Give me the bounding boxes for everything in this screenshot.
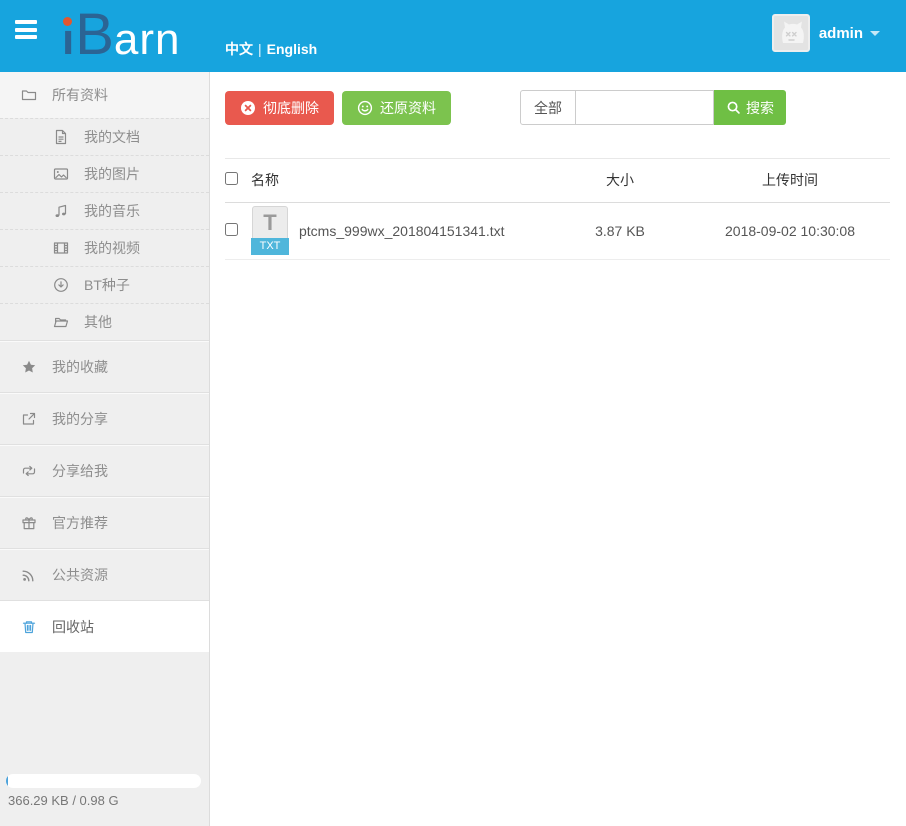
sidebar-item-label: 分享给我 [52,462,108,479]
sidebar-item-bt-seeds[interactable]: BT种子 [0,266,209,303]
txt-file-icon: T TXT [251,206,289,255]
sidebar-item-label: 回收站 [52,618,94,635]
folder-icon [20,87,38,103]
restore-button[interactable]: 还原资料 [342,90,451,125]
main-content: 彻底删除 还原资料 全部 搜索 名称 大小 上传时间 T TXT ptcms_9… [210,72,906,826]
sidebar-item-label: 我的图片 [84,166,140,182]
search-button[interactable]: 搜索 [714,90,786,125]
table-header-row: 名称 大小 上传时间 [225,159,890,202]
sidebar-item-public-resources[interactable]: 公共资源 [0,548,209,600]
download-circle-icon [52,277,70,293]
sidebar-item-label: 其他 [84,314,112,330]
sidebar-item-my-videos[interactable]: 我的视频 [0,229,209,266]
file-size: 3.87 KB [595,222,645,239]
retweet-icon [20,463,38,479]
rss-icon [20,567,38,583]
sidebar-item-recycle-bin[interactable]: 回收站 [0,600,209,652]
sidebar-item-all-files[interactable]: 所有资料 [0,72,209,118]
sidebar-item-label: 我的收藏 [52,358,108,375]
search-input[interactable] [576,90,714,125]
sidebar: 所有资料 我的文档 我的图片 我的音乐 我的视频 BT种子 其他 我的收藏 我的… [0,72,210,826]
app-header: ı Barn 中文 | English admin [0,0,906,72]
smiley-icon [357,100,373,115]
lang-separator: | [258,41,262,57]
sidebar-item-my-docs[interactable]: 我的文档 [0,118,209,155]
storage-usage-label: 366.29 KB / 0.98 G [8,793,119,808]
file-ext-badge: TXT [251,238,289,255]
sidebar-item-my-shares[interactable]: 我的分享 [0,392,209,444]
sidebar-item-official-recommend[interactable]: 官方推荐 [0,496,209,548]
sidebar-item-label: 我的文档 [84,129,140,145]
app-logo[interactable]: ı Barn [62,2,181,68]
logo-letter-b: B [75,2,114,67]
sidebar-item-my-favorites[interactable]: 我的收藏 [0,340,209,392]
x-circle-icon [241,100,255,115]
share-icon [20,411,38,427]
gift-icon [20,515,38,531]
username-label: admin [818,24,863,42]
column-header-size: 大小 [606,172,634,189]
document-icon [52,129,70,145]
storage-progress-fill [6,774,8,788]
cat-avatar-icon [781,21,804,43]
restore-label: 还原资料 [380,99,436,116]
search-icon [727,101,740,114]
file-upload-time: 2018-09-02 10:30:08 [725,222,855,239]
star-icon [20,359,38,375]
sidebar-item-label: BT种子 [84,277,130,293]
delete-forever-label: 彻底删除 [263,99,319,116]
image-icon [52,166,70,182]
sidebar-item-my-music[interactable]: 我的音乐 [0,192,209,229]
delete-forever-button[interactable]: 彻底删除 [225,90,334,125]
storage-progress-bar [6,774,201,788]
select-all-checkbox[interactable] [225,172,238,186]
logo-letter-i: ı [62,7,74,73]
sidebar-item-others[interactable]: 其他 [0,303,209,340]
sidebar-item-my-images[interactable]: 我的图片 [0,155,209,192]
caret-down-icon [870,30,880,36]
sidebar-item-label: 我的视频 [84,240,140,256]
storage-usage: 366.29 KB / 0.98 G [6,774,201,808]
file-table: 名称 大小 上传时间 T TXT ptcms_999wx_20180415134… [225,158,890,260]
sidebar-item-label: 我的音乐 [84,203,140,219]
music-icon [52,203,70,219]
row-checkbox[interactable] [225,222,238,236]
folder-open-icon [52,314,70,330]
toolbar: 彻底删除 还原资料 全部 搜索 [225,90,890,125]
file-name-cell: T TXT ptcms_999wx_201804151341.txt [251,206,550,255]
user-menu[interactable]: admin [771,14,880,52]
sidebar-item-label: 公共资源 [52,566,108,583]
lang-zh-link[interactable]: 中文 [225,41,253,57]
sidebar-item-label: 我的分享 [52,410,108,427]
avatar [771,14,810,52]
search-bar: 全部 搜索 [520,90,786,125]
sidebar-item-label: 所有资料 [52,87,108,103]
trash-icon [20,619,38,635]
film-icon [52,240,70,256]
column-header-name: 名称 [251,172,279,189]
column-header-time: 上传时间 [762,172,818,189]
menu-toggle-icon[interactable] [15,20,37,39]
sidebar-item-shared-with-me[interactable]: 分享给我 [0,444,209,496]
file-name-link[interactable]: ptcms_999wx_201804151341.txt [299,223,504,239]
logo-letters-arn: arn [113,15,181,64]
search-button-label: 搜索 [746,99,774,116]
sidebar-item-label: 官方推荐 [52,514,108,531]
language-switcher: 中文 | English [225,39,317,59]
lang-en-link[interactable]: English [267,41,318,57]
table-row: T TXT ptcms_999wx_201804151341.txt 3.87 … [225,202,890,259]
search-filter-dropdown[interactable]: 全部 [520,90,576,125]
